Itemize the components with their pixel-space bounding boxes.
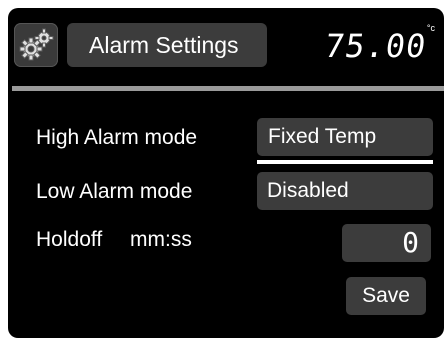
high-alarm-mode-select[interactable]: Fixed Temp — [257, 118, 433, 156]
screen-title: Alarm Settings — [67, 23, 267, 67]
temperature-readout: 75.00 — [322, 27, 429, 65]
low-alarm-label: Low Alarm mode — [36, 180, 193, 203]
gears-icon — [19, 28, 54, 61]
holdoff-label: Holdoff — [36, 228, 103, 251]
temperature-unit: °c — [426, 23, 435, 33]
holdoff-unit: mm:ss — [130, 228, 192, 251]
low-alarm-mode-select[interactable]: Disabled — [257, 172, 433, 210]
device-screen: Alarm Settings 75.00 °c High Alarm mode … — [8, 8, 444, 338]
high-alarm-label: High Alarm mode — [36, 126, 198, 149]
header-divider — [12, 86, 444, 91]
high-alarm-focus-underline — [257, 160, 433, 164]
holdoff-input[interactable]: 0 — [342, 224, 431, 262]
settings-button[interactable] — [14, 23, 58, 67]
save-button[interactable]: Save — [346, 277, 426, 315]
